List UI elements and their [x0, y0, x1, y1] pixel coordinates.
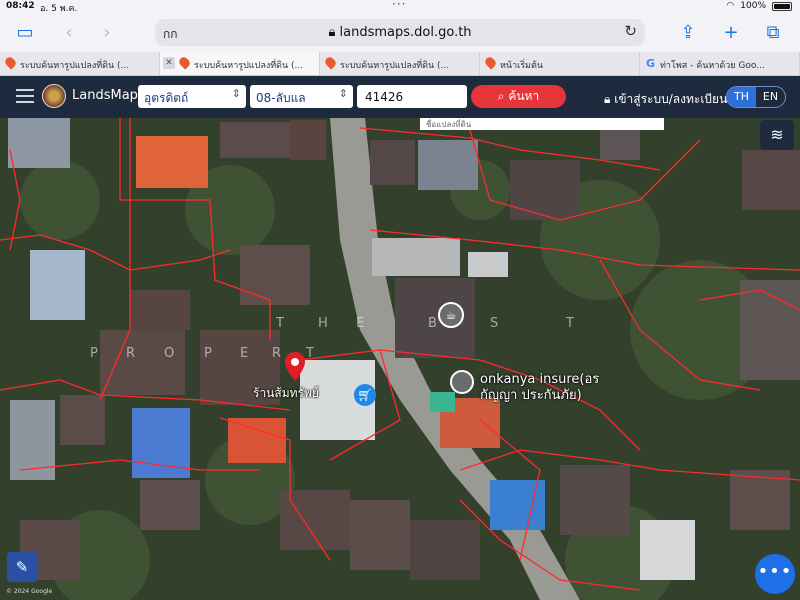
login-link[interactable]: 🔒︎ เข้าสู่ระบบ/ลงทะเบียน	[604, 90, 727, 109]
browser-toolbar: ▭ ‹ › กก 🔒︎ landsmaps.dol.go.th ↻ ⇪ + ⧉	[0, 14, 800, 52]
wifi-icon: ◠	[726, 1, 735, 11]
watermark-letter: T	[566, 316, 576, 331]
search-button[interactable]: ⌕ ค้นหา	[471, 85, 566, 108]
forward-icon[interactable]: ›	[96, 22, 118, 44]
poi-label-shop[interactable]: ร้านส้มทรัพย์	[253, 384, 319, 403]
map-pin-icon	[3, 55, 18, 70]
sidebar-icon[interactable]: ▭	[14, 22, 36, 44]
search-icon: ⌕	[497, 89, 505, 103]
shopping-cart-icon[interactable]: 🛒︎	[354, 384, 376, 406]
map-pin-icon	[323, 55, 338, 70]
watermark-letter: E	[356, 316, 367, 331]
chevron-updown-icon: ⇕	[231, 87, 241, 100]
lang-en[interactable]: EN	[756, 87, 785, 107]
layers-icon[interactable]: ≋	[760, 120, 794, 150]
close-tab-icon[interactable]: ✕	[163, 57, 175, 69]
cafe-icon[interactable]: ☕︎	[438, 302, 464, 328]
lock-icon: 🔒︎	[604, 92, 611, 106]
lock-icon: 🔒︎	[328, 25, 336, 40]
ios-status-bar: 08:42 อ. 5 พ.ค. ··· ◠ 100%	[0, 0, 800, 14]
url-text: 🔒︎ landsmaps.dol.go.th	[328, 25, 472, 40]
battery-icon	[772, 1, 792, 11]
browser-tab-active[interactable]: ✕ ระบบค้นหารูปแปลงที่ดิน (...	[160, 52, 320, 75]
battery-percent: 100%	[740, 1, 766, 11]
tab-strip: ระบบค้นหารูปแปลงที่ดิน (... ✕ ระบบค้นหารู…	[0, 52, 800, 76]
share-icon[interactable]: ⇪	[677, 22, 699, 44]
map-pin-icon	[483, 55, 498, 70]
satellite-map[interactable]: ชื่อแปลงที่ดิน ≋ T H E B S T P R O P E R…	[0, 118, 800, 600]
language-toggle[interactable]: TH EN	[726, 86, 786, 108]
watermark-letter: O	[164, 346, 177, 361]
browser-tab[interactable]: หน้าเริ่มต้น	[480, 52, 640, 75]
watermark-letter: S	[490, 316, 501, 331]
watermark-letter: T	[306, 346, 316, 361]
date: อ. 5 พ.ค.	[40, 4, 78, 14]
watermark-letter: H	[318, 316, 330, 331]
chevron-updown-icon: ⇕	[338, 87, 348, 100]
back-icon[interactable]: ‹	[58, 22, 80, 44]
multitask-dots-icon[interactable]: ···	[392, 0, 406, 11]
poi-label-insure-2[interactable]: กัญญา ประกันภัย)	[480, 384, 582, 405]
district-select[interactable]: 08-ลับแล ⇕	[250, 85, 353, 108]
browser-tab[interactable]: ระบบค้นหารูปแปลงที่ดิน (...	[320, 52, 480, 75]
reload-icon[interactable]: ↻	[624, 22, 637, 40]
map-search-box[interactable]: ชื่อแปลงที่ดิน	[420, 118, 664, 130]
poi-dot-icon[interactable]	[450, 370, 474, 394]
address-bar[interactable]: กก 🔒︎ landsmaps.dol.go.th ↻	[155, 19, 645, 46]
watermark-letter: P	[90, 346, 100, 361]
parcel-number-input[interactable]	[357, 85, 467, 108]
google-icon: G	[646, 57, 656, 70]
new-tab-icon[interactable]: +	[720, 22, 742, 44]
location-pin-icon[interactable]	[284, 352, 306, 382]
clock: 08:42	[6, 1, 35, 11]
watermark-letter: R	[272, 346, 284, 361]
browser-tab[interactable]: ระบบค้นหารูปแปลงที่ดิน (...	[0, 52, 160, 75]
watermark-letter: P	[204, 346, 214, 361]
watermark-letter: E	[240, 346, 251, 361]
lang-th[interactable]: TH	[727, 87, 756, 107]
brand-title: LandsMaps	[72, 88, 145, 103]
tab-overview-icon[interactable]: ⧉	[762, 22, 784, 44]
measure-tools-icon[interactable]: ✎	[7, 552, 37, 582]
watermark-letter: B	[428, 316, 439, 331]
more-options-button[interactable]: •••	[755, 554, 795, 594]
watermark-letter: R	[126, 346, 138, 361]
landsmaps-header: LandsMaps อุตรดิตถ์⇕ 08-ลับแล⇕ ⌕ ค้นหา 🔒…	[0, 76, 800, 118]
menu-icon[interactable]	[16, 89, 34, 103]
map-imagery	[0, 118, 800, 600]
map-attribution: © 2024 Google	[6, 588, 53, 595]
dol-logo	[42, 84, 66, 108]
browser-tab[interactable]: G ท่าโพส - ค้นหาด้วย Goo...	[640, 52, 800, 75]
watermark-letter: T	[276, 316, 286, 331]
province-select[interactable]: อุตรดิตถ์ ⇕	[138, 85, 246, 108]
